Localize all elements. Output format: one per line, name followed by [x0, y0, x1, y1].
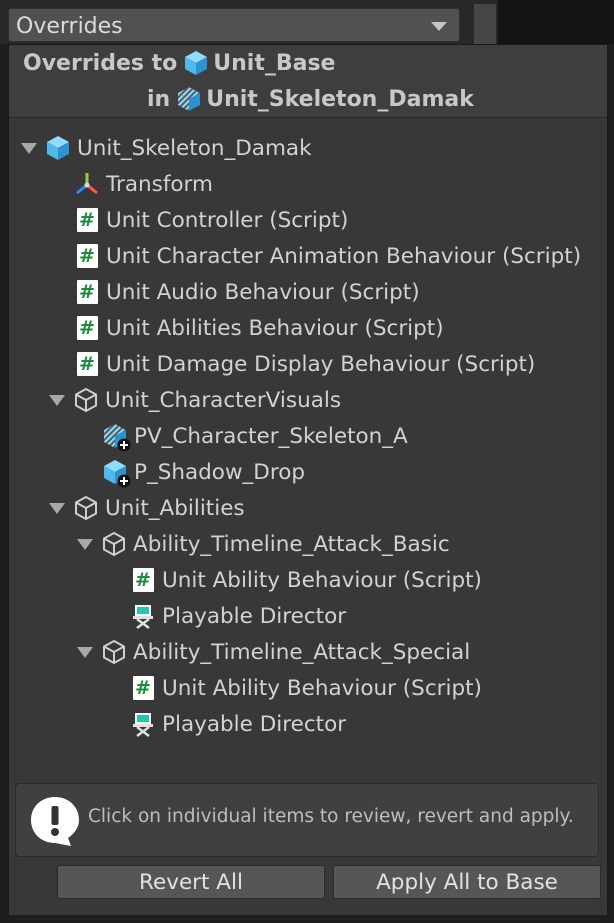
dropdown-value: Overrides	[16, 14, 123, 39]
tree-item-ability-special-director[interactable]: Playable Director	[129, 707, 346, 741]
background-panel	[498, 0, 614, 44]
tree-item-unit-controller[interactable]: # Unit Controller (Script)	[73, 203, 348, 237]
gameobject-icon	[100, 530, 128, 558]
tree-item-label: Unit Abilities Behaviour (Script)	[106, 315, 444, 341]
transform-icon	[73, 170, 101, 198]
scrollbar-slab	[474, 4, 496, 44]
tree-item-label: Unit Ability Behaviour (Script)	[162, 567, 482, 593]
prefab-icon	[182, 49, 210, 77]
tree-item-label: P_Shadow_Drop	[134, 459, 306, 485]
tree-item-label: Transform	[106, 171, 213, 197]
header-target-variant: Unit_Skeleton_Damak	[206, 86, 474, 112]
tree-item-ability-basic[interactable]: Ability_Timeline_Attack_Basic	[77, 527, 450, 561]
info-help-box: Click on individual items to review, rev…	[15, 783, 599, 857]
info-icon	[28, 794, 82, 852]
added-prefab-variant-icon	[101, 422, 129, 450]
tree-item-label: Unit Character Animation Behaviour (Scri…	[106, 243, 582, 269]
apply-all-to-base-button[interactable]: Apply All to Base	[333, 865, 601, 899]
prefab-variant-icon	[175, 85, 203, 113]
added-prefab-icon	[101, 458, 129, 486]
popup-header: Overrides to Unit_Base in Unit_Skeleton_…	[9, 45, 607, 118]
dropdown-arrow-icon	[431, 22, 447, 31]
foldout-expanded-icon[interactable]	[77, 538, 93, 550]
tree-item-label: Unit_Skeleton_Damak	[77, 135, 312, 161]
tree-item-abilities-behaviour[interactable]: # Unit Abilities Behaviour (Script)	[73, 311, 444, 345]
tree-item-label: Unit_Abilities	[105, 495, 245, 521]
foldout-expanded-icon[interactable]	[77, 646, 93, 658]
tree-item-label: Unit_CharacterVisuals	[105, 387, 342, 413]
gameobject-icon	[100, 638, 128, 666]
script-icon: #	[129, 674, 157, 702]
playable-director-icon	[129, 710, 157, 738]
tree-item-animation-behaviour[interactable]: # Unit Character Animation Behaviour (Sc…	[73, 239, 581, 273]
tree-item-ability-special-script[interactable]: # Unit Ability Behaviour (Script)	[129, 671, 482, 705]
tree-item-pv-character[interactable]: PV_Character_Skeleton_A	[101, 419, 408, 453]
tree-item-unit-abilities[interactable]: Unit_Abilities	[49, 491, 245, 525]
info-message: Click on individual items to review, rev…	[88, 806, 574, 827]
foldout-expanded-icon[interactable]	[49, 502, 65, 514]
tree-item-character-visuals[interactable]: Unit_CharacterVisuals	[49, 383, 341, 417]
tree-item-ability-special[interactable]: Ability_Timeline_Attack_Special	[77, 635, 470, 669]
header-prefix-2: in	[147, 86, 171, 112]
header-prefix-1: Overrides to	[23, 50, 178, 76]
tree-item-label: Unit Damage Display Behaviour (Script)	[106, 351, 536, 377]
script-icon: #	[73, 314, 101, 342]
tree-item-label: PV_Character_Skeleton_A	[134, 423, 408, 449]
tree-item-damage-display[interactable]: # Unit Damage Display Behaviour (Script)	[73, 347, 535, 381]
header-line-2: in Unit_Skeleton_Damak	[147, 84, 474, 114]
tree-item-transform[interactable]: Transform	[73, 167, 213, 201]
tree-item-root[interactable]: Unit_Skeleton_Damak	[21, 131, 312, 165]
prefab-icon	[44, 134, 72, 162]
overrides-popup: Overrides to Unit_Base in Unit_Skeleton_…	[8, 44, 608, 916]
foldout-expanded-icon[interactable]	[49, 394, 65, 406]
tree-item-ability-basic-director[interactable]: Playable Director	[129, 599, 346, 633]
header-target-base: Unit_Base	[213, 50, 336, 76]
script-icon: #	[129, 566, 157, 594]
revert-all-button[interactable]: Revert All	[57, 865, 325, 899]
tree-item-label: Ability_Timeline_Attack_Basic	[133, 531, 450, 557]
foldout-expanded-icon[interactable]	[21, 142, 37, 154]
tree-item-ability-basic-script[interactable]: # Unit Ability Behaviour (Script)	[129, 563, 482, 597]
script-icon: #	[73, 242, 101, 270]
script-icon: #	[73, 278, 101, 306]
tree-item-label: Unit Audio Behaviour (Script)	[106, 279, 420, 305]
header-line-1: Overrides to Unit_Base	[23, 48, 335, 78]
gameobject-icon	[72, 494, 100, 522]
overrides-dropdown[interactable]: Overrides	[8, 8, 460, 42]
gameobject-icon	[72, 386, 100, 414]
tree-item-audio-behaviour[interactable]: # Unit Audio Behaviour (Script)	[73, 275, 420, 309]
tree-item-label: Playable Director	[162, 711, 347, 737]
tree-item-label: Unit Controller (Script)	[106, 207, 349, 233]
tree-item-label: Ability_Timeline_Attack_Special	[133, 639, 471, 665]
playable-director-icon	[129, 602, 157, 630]
script-icon: #	[73, 350, 101, 378]
tree-item-p-shadow[interactable]: P_Shadow_Drop	[101, 455, 305, 489]
tree-item-label: Unit Ability Behaviour (Script)	[162, 675, 482, 701]
script-icon: #	[73, 206, 101, 234]
top-bar: Overrides	[0, 0, 614, 44]
tree-item-label: Playable Director	[162, 603, 347, 629]
